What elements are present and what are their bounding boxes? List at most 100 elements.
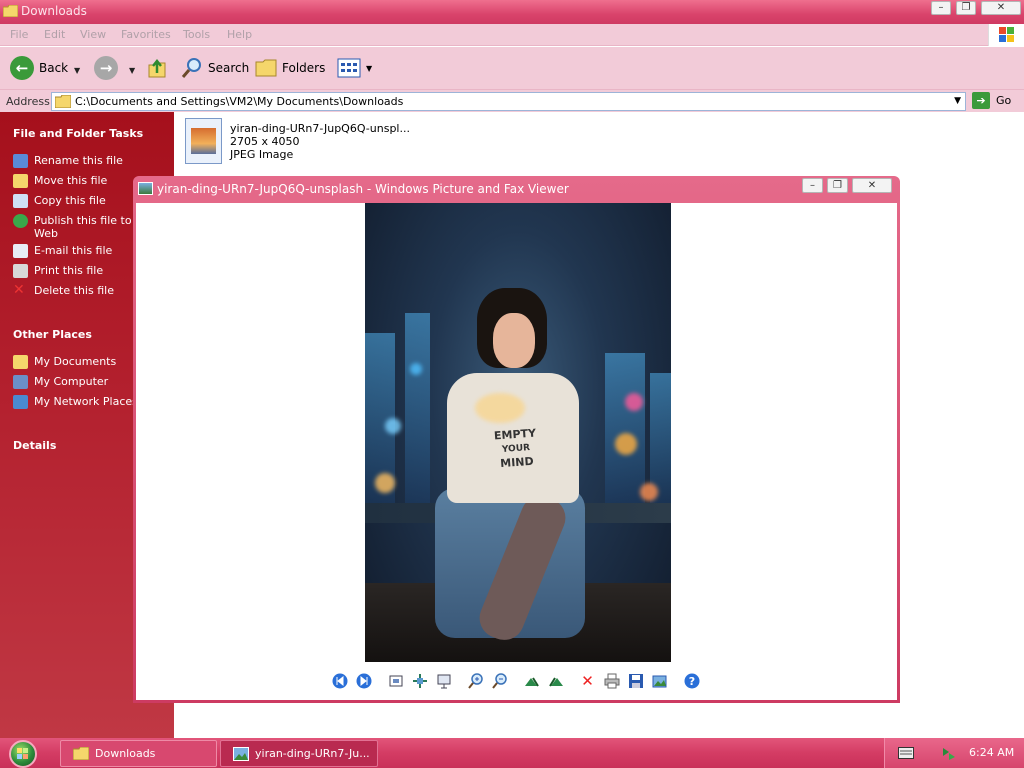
- explorer-titlebar[interactable]: Downloads – ❐ ✕: [0, 0, 1024, 24]
- help-icon[interactable]: ?: [683, 672, 700, 689]
- close-button[interactable]: ✕: [981, 1, 1021, 15]
- folders-button[interactable]: Folders: [255, 55, 325, 81]
- file-folder-tasks-heading[interactable]: File and Folder Tasks: [13, 127, 143, 140]
- edit-icon[interactable]: [651, 672, 668, 689]
- details-heading[interactable]: Details: [13, 439, 56, 452]
- up-folder-button[interactable]: [147, 55, 167, 81]
- svg-text:?: ?: [688, 675, 694, 688]
- place-my-documents[interactable]: My Documents: [13, 355, 116, 369]
- viewer-close-button[interactable]: ✕: [852, 178, 892, 193]
- file-name: yiran-ding-URn7-JupQ6Q-unspl...: [230, 122, 410, 135]
- actual-size-icon[interactable]: [411, 672, 428, 689]
- delete-icon[interactable]: ✕: [579, 672, 596, 690]
- slideshow-icon[interactable]: [435, 672, 452, 689]
- task-label: Move this file: [34, 174, 108, 187]
- menu-view[interactable]: View: [80, 28, 106, 41]
- place-label: My Network Places: [34, 395, 138, 408]
- picture-viewer-window[interactable]: yiran-ding-URn7-JupQ6Q-unsplash - Window…: [133, 176, 900, 703]
- back-button[interactable]: ← Back: [10, 55, 68, 81]
- menu-edit[interactable]: Edit: [44, 28, 65, 41]
- windows-flag-icon: [17, 748, 28, 759]
- search-label: Search: [208, 61, 250, 75]
- menu-file[interactable]: File: [10, 28, 28, 41]
- print-icon[interactable]: [603, 672, 620, 689]
- views-button[interactable]: ▼: [337, 55, 372, 81]
- views-dropdown-icon: ▼: [366, 63, 373, 73]
- go-button[interactable]: ➔ Go: [972, 92, 1011, 109]
- task-label: Delete this file: [34, 284, 114, 297]
- shirt-print: EMPTY YOUR MIND: [494, 427, 539, 472]
- task-email[interactable]: E-mail this file: [13, 244, 112, 258]
- folder-icon: [3, 5, 18, 17]
- task-delete[interactable]: ✕ Delete this file: [13, 282, 114, 298]
- next-image-icon[interactable]: [355, 672, 372, 689]
- move-icon: [13, 174, 28, 188]
- zoom-out-icon[interactable]: [491, 672, 508, 689]
- task-label: Print this file: [34, 264, 104, 277]
- menu-help[interactable]: Help: [227, 28, 252, 41]
- go-arrow-icon: ➔: [972, 92, 990, 109]
- taskbar-downloads-button[interactable]: Downloads: [60, 740, 217, 767]
- viewer-canvas: EMPTY YOUR MIND ✕ ?: [136, 203, 897, 700]
- address-path: C:\Documents and Settings\VM2\My Documen…: [75, 95, 404, 108]
- task-print[interactable]: Print this file: [13, 264, 103, 278]
- place-my-network[interactable]: My Network Places: [13, 395, 138, 409]
- minimize-button[interactable]: –: [931, 1, 951, 15]
- delete-icon: ✕: [13, 282, 25, 298]
- best-fit-icon[interactable]: [387, 672, 404, 689]
- file-dimensions: 2705 x 4050: [230, 135, 300, 148]
- viewer-title: yiran-ding-URn7-JupQ6Q-unsplash - Window…: [157, 182, 569, 196]
- email-icon: [13, 244, 28, 258]
- network-places-icon: [13, 395, 28, 409]
- forward-arrow-icon: →: [94, 56, 118, 80]
- rotate-counterclockwise-icon[interactable]: [547, 672, 564, 689]
- viewer-maximize-button[interactable]: ❐: [827, 178, 848, 193]
- menu-favorites[interactable]: Favorites: [121, 28, 171, 41]
- up-folder-icon: [148, 58, 166, 78]
- start-button[interactable]: [9, 740, 37, 768]
- task-rename[interactable]: Rename this file: [13, 154, 123, 168]
- zoom-in-icon[interactable]: [467, 672, 484, 689]
- shirt-line: EMPTY: [493, 426, 537, 443]
- address-label: Address: [6, 95, 50, 108]
- folders-label: Folders: [282, 61, 326, 75]
- task-move[interactable]: Move this file: [13, 174, 107, 188]
- back-dropdown-icon[interactable]: ▼: [74, 66, 80, 75]
- taskbar-button-label: yiran-ding-URn7-Ju...: [255, 747, 370, 760]
- save-icon[interactable]: [627, 672, 644, 689]
- window-title: Downloads: [21, 4, 87, 18]
- folders-icon: [255, 59, 277, 77]
- place-label: My Documents: [34, 355, 117, 368]
- file-info: yiran-ding-URn7-JupQ6Q-unspl... 2705 x 4…: [230, 122, 410, 161]
- forward-dropdown-icon[interactable]: ▼: [129, 66, 135, 75]
- menu-tools[interactable]: Tools: [183, 28, 210, 41]
- copy-icon: [13, 194, 28, 208]
- my-documents-icon: [13, 355, 28, 369]
- keyboard-icon[interactable]: [898, 747, 914, 759]
- folder-icon: [55, 95, 71, 108]
- system-tray: 6:24 AM: [884, 738, 1024, 768]
- rotate-clockwise-icon[interactable]: [523, 672, 540, 689]
- network-icon[interactable]: [941, 745, 957, 761]
- task-label: Rename this file: [34, 154, 123, 167]
- task-copy[interactable]: Copy this file: [13, 194, 106, 208]
- clock[interactable]: 6:24 AM: [969, 746, 1014, 759]
- shirt-line: MIND: [499, 454, 535, 471]
- place-my-computer[interactable]: My Computer: [13, 375, 108, 389]
- address-field[interactable]: C:\Documents and Settings\VM2\My Documen…: [51, 92, 966, 111]
- address-bar: Address C:\Documents and Settings\VM2\My…: [0, 89, 1024, 112]
- menu-bar: File Edit View Favorites Tools Help: [0, 24, 1024, 46]
- maximize-button[interactable]: ❐: [956, 1, 976, 15]
- taskbar-button-label: Downloads: [95, 747, 156, 760]
- previous-image-icon[interactable]: [331, 672, 348, 689]
- task-label: Copy this file: [34, 194, 106, 207]
- other-places-heading[interactable]: Other Places: [13, 328, 92, 341]
- windows-logo-icon: [988, 24, 1024, 46]
- address-dropdown-icon[interactable]: ▼: [954, 96, 961, 106]
- search-icon: [181, 58, 201, 78]
- search-button[interactable]: Search: [181, 55, 249, 81]
- forward-button[interactable]: →: [94, 55, 118, 81]
- taskbar-viewer-button[interactable]: yiran-ding-URn7-Ju...: [220, 740, 378, 767]
- viewer-minimize-button[interactable]: –: [802, 178, 823, 193]
- views-icon: [337, 58, 361, 78]
